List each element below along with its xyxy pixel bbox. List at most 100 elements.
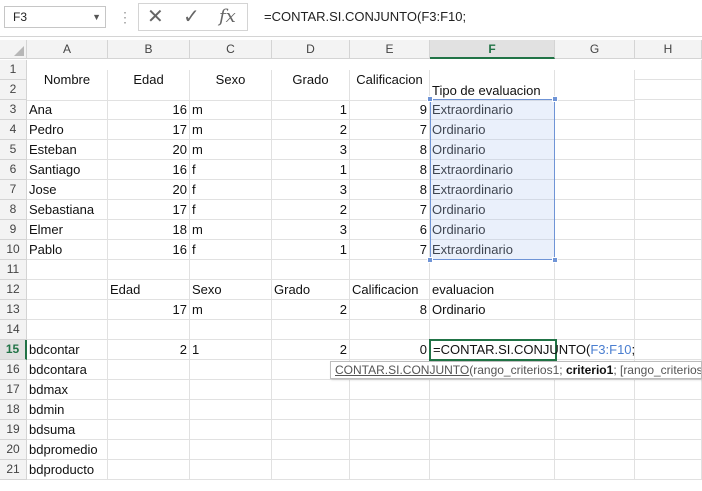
cell[interactable]: Ordinario [430,220,555,240]
row-header[interactable]: 13 [0,300,27,320]
cell[interactable] [635,100,702,120]
cell[interactable]: 7 [350,200,430,220]
cell[interactable] [555,380,635,400]
column-header-f[interactable]: F [430,40,555,59]
row-header[interactable]: 4 [0,120,27,140]
cell[interactable] [635,60,702,80]
name-box[interactable]: F3 ▼ [4,6,106,28]
cell[interactable]: Ordinario [430,200,555,220]
selection-handle[interactable] [552,96,558,102]
cell[interactable] [635,420,702,440]
row-header[interactable]: 7 [0,180,27,200]
row-header[interactable]: 17 [0,380,27,400]
cell[interactable]: bdmax [27,380,108,400]
cell[interactable] [635,300,702,320]
cell[interactable]: f [190,200,272,220]
cell[interactable]: 8 [350,160,430,180]
cell[interactable]: Pedro [27,120,108,140]
row-header[interactable]: 18 [0,400,27,420]
cell[interactable] [272,260,350,280]
cell[interactable] [635,180,702,200]
cell[interactable]: 3 [272,220,350,240]
cell[interactable]: 8 [350,180,430,200]
cell[interactable]: 0 [350,340,430,360]
row-header[interactable]: 8 [0,200,27,220]
cell[interactable] [190,380,272,400]
cell[interactable] [555,300,635,320]
cell[interactable] [555,400,635,420]
cell[interactable] [190,440,272,460]
cell[interactable] [272,320,350,340]
cell[interactable]: Calificacion [350,280,430,300]
cell[interactable] [108,420,190,440]
cell[interactable]: 20 [108,180,190,200]
cell[interactable] [555,240,635,260]
cell[interactable] [635,80,702,100]
cell[interactable]: 17 [108,300,190,320]
cell[interactable]: 6 [350,220,430,240]
cell[interactable]: m [190,100,272,120]
cell[interactable] [430,440,555,460]
cancel-icon[interactable]: ✕ [147,5,164,29]
cell[interactable] [190,420,272,440]
row-header[interactable]: 20 [0,440,27,460]
cell[interactable]: bdsuma [27,420,108,440]
cell[interactable] [27,260,108,280]
cell[interactable]: Ana [27,100,108,120]
cell[interactable]: m [190,140,272,160]
cell[interactable] [272,440,350,460]
cell[interactable] [555,320,635,340]
cell[interactable] [190,320,272,340]
cell[interactable] [190,360,272,380]
cell[interactable] [430,380,555,400]
cell[interactable]: Elmer [27,220,108,240]
cell[interactable]: Edad [108,280,190,300]
cell[interactable] [555,460,635,480]
cell[interactable] [190,400,272,420]
cell[interactable] [635,440,702,460]
cell[interactable] [350,260,430,280]
cell[interactable] [108,81,190,101]
cell[interactable] [635,260,702,280]
cell[interactable] [190,460,272,480]
cell[interactable] [27,81,108,101]
insert-function-icon[interactable]: fx [219,5,236,29]
tooltip-function-name[interactable]: CONTAR.SI.CONJUNTO [335,363,469,377]
row-header[interactable]: 19 [0,420,27,440]
cell[interactable]: m [190,220,272,240]
cell[interactable]: 2 [108,340,190,360]
cell[interactable]: 16 [108,160,190,180]
column-header-e[interactable]: E [350,40,430,59]
cell[interactable]: 7 [350,240,430,260]
cell[interactable]: 1 [190,340,272,360]
cell[interactable] [555,200,635,220]
cell[interactable] [635,400,702,420]
cell[interactable]: f [190,240,272,260]
chevron-down-icon[interactable]: ▼ [92,7,101,27]
active-cell-editor[interactable]: =CONTAR.SI.CONJUNTO(F3:F10; [429,339,635,361]
row-header[interactable]: 12 [0,280,27,300]
cell[interactable]: Extraordinario [430,240,555,260]
formula-input[interactable]: =CONTAR.SI.CONJUNTO(F3:F10; [256,6,702,28]
cell[interactable] [635,200,702,220]
cell[interactable] [108,460,190,480]
cell[interactable]: Ordinario [430,140,555,160]
cell[interactable] [272,460,350,480]
cell[interactable]: 17 [108,200,190,220]
row-header[interactable]: 21 [0,460,27,480]
cell[interactable]: bdpromedio [27,440,108,460]
row-header[interactable]: 11 [0,260,27,280]
cell[interactable]: Extraordinario [430,180,555,200]
cell[interactable]: 8 [350,140,430,160]
cell[interactable] [555,440,635,460]
cell[interactable]: bdproducto [27,460,108,480]
cell[interactable]: f [190,180,272,200]
cell[interactable]: bdcontara [27,360,108,380]
row-header[interactable]: 15 [0,340,27,360]
row-header[interactable]: 6 [0,160,27,180]
cell[interactable] [272,400,350,420]
cell[interactable]: 1 [272,160,350,180]
cell[interactable]: bdcontar [27,340,108,360]
selection-handle[interactable] [552,257,558,263]
cell[interactable] [555,100,635,120]
